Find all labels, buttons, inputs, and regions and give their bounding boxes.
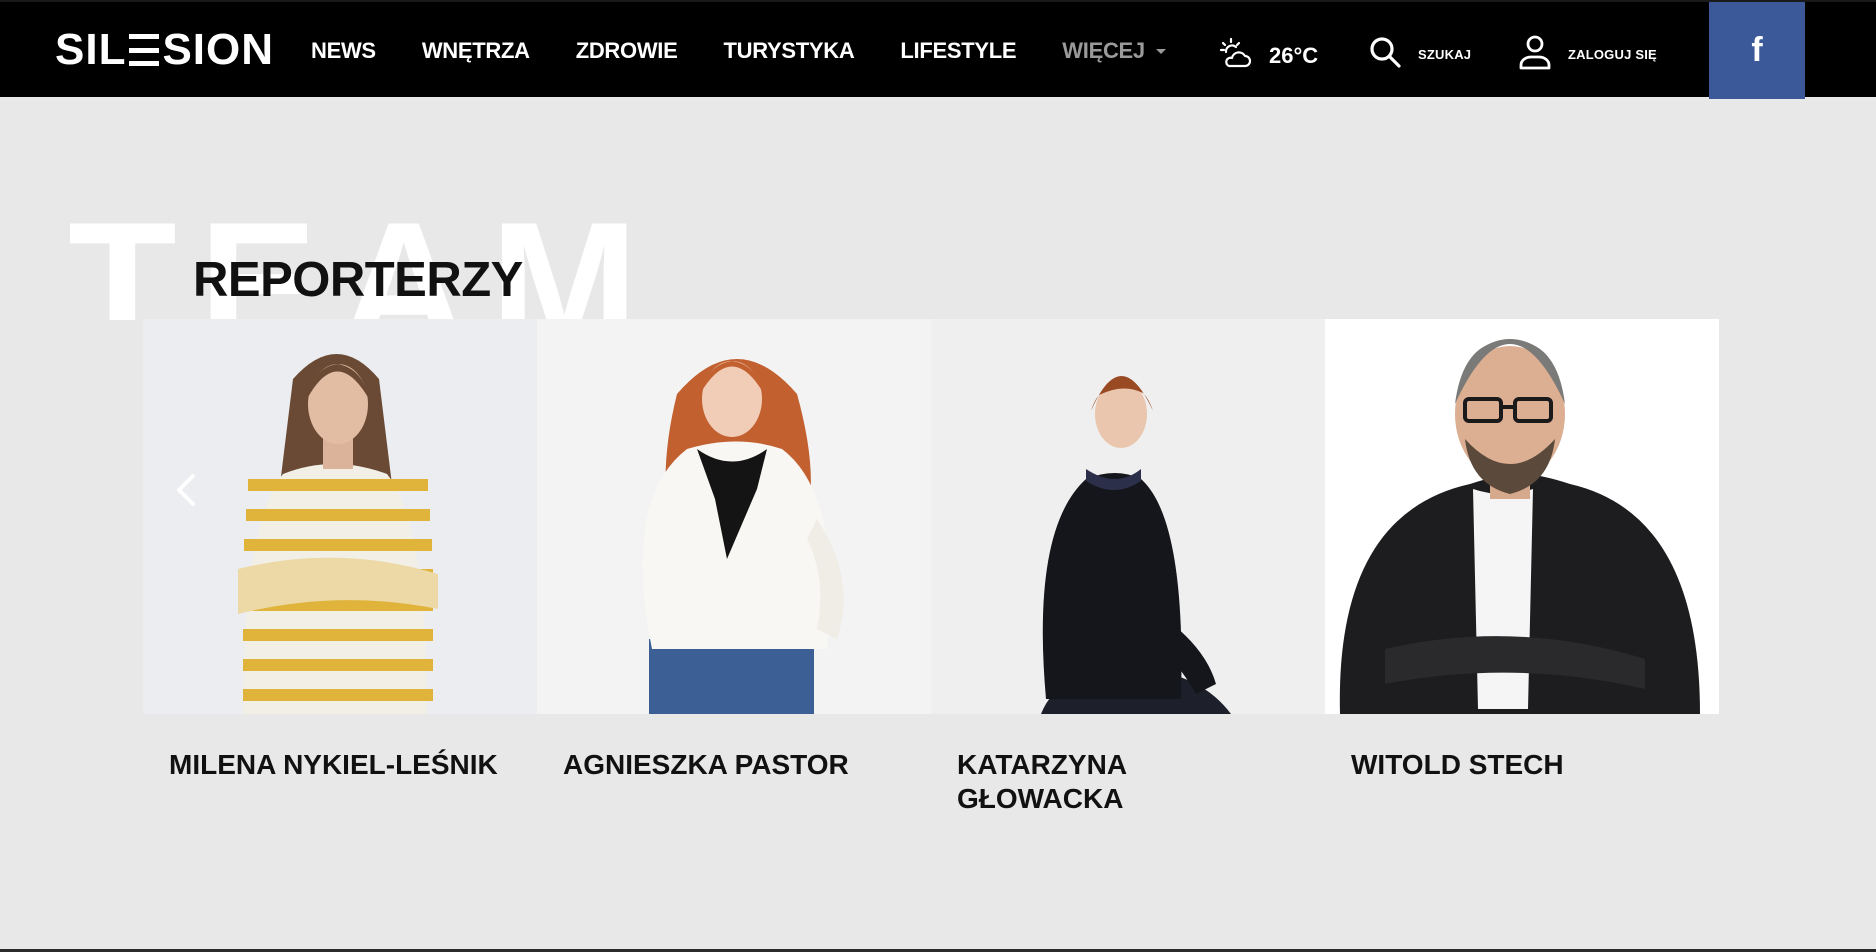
reporter-photo-3 bbox=[931, 319, 1325, 714]
reporter-name-1[interactable]: MILENA NYKIEL-LEŚNIK bbox=[169, 748, 499, 782]
logo-bars-mark bbox=[129, 34, 160, 66]
nav-item-news[interactable]: NEWS bbox=[311, 38, 376, 64]
logo-text-right: SION bbox=[162, 25, 275, 74]
reporter-photo-1 bbox=[143, 319, 537, 714]
section-title: REPORTERZY bbox=[193, 253, 523, 307]
reporter-name-3[interactable]: KATARZYNA GŁOWACKA bbox=[957, 748, 1177, 816]
facebook-button[interactable]: f bbox=[1709, 2, 1805, 99]
weather-widget[interactable]: 26°C bbox=[1219, 36, 1318, 75]
logo-text-left: SIL bbox=[55, 25, 127, 74]
nav-item-wnetrza[interactable]: WNĘTRZA bbox=[422, 38, 530, 64]
login-label: ZALOGUJ SIĘ bbox=[1568, 47, 1657, 62]
reporter-card-2[interactable] bbox=[537, 319, 931, 714]
login-button[interactable]: ZALOGUJ SIĘ bbox=[1518, 34, 1657, 75]
reporter-photo-2 bbox=[537, 319, 931, 714]
top-navigation-bar: SIL SION NEWS WNĘTRZA ZDROWIE TURYSTYKA … bbox=[0, 0, 1876, 99]
main-menu: NEWS WNĘTRZA ZDROWIE TURYSTYKA LIFESTYLE… bbox=[311, 2, 1212, 99]
facebook-icon: f bbox=[1751, 31, 1763, 69]
reporter-photo-4 bbox=[1325, 319, 1719, 714]
reporters-carousel bbox=[143, 319, 1719, 714]
search-icon bbox=[1368, 35, 1402, 74]
reporter-card-3[interactable] bbox=[931, 319, 1325, 714]
nav-item-wiecej-dropdown[interactable]: WIĘCEJ bbox=[1062, 38, 1166, 64]
user-icon bbox=[1518, 34, 1552, 75]
nav-item-lifestyle[interactable]: LIFESTYLE bbox=[900, 38, 1016, 64]
nav-more-label: WIĘCEJ bbox=[1062, 37, 1145, 63]
carousel-prev-arrow-icon[interactable] bbox=[173, 470, 199, 510]
reporter-card-1[interactable] bbox=[143, 319, 537, 714]
reporter-card-4[interactable] bbox=[1325, 319, 1719, 714]
nav-item-zdrowie[interactable]: ZDROWIE bbox=[576, 38, 678, 64]
caret-down-icon bbox=[1155, 49, 1166, 54]
partly-cloudy-icon bbox=[1219, 36, 1253, 75]
nav-item-turystyka[interactable]: TURYSTYKA bbox=[723, 38, 854, 64]
temperature-value: 26°C bbox=[1269, 42, 1319, 68]
search-button[interactable]: SZUKAJ bbox=[1368, 35, 1471, 74]
silesion-logo[interactable]: SIL SION bbox=[55, 25, 274, 74]
search-label: SZUKAJ bbox=[1418, 47, 1472, 62]
reporter-name-4[interactable]: WITOLD STECH bbox=[1351, 748, 1681, 782]
reporter-name-2[interactable]: AGNIESZKA PASTOR bbox=[563, 748, 893, 782]
